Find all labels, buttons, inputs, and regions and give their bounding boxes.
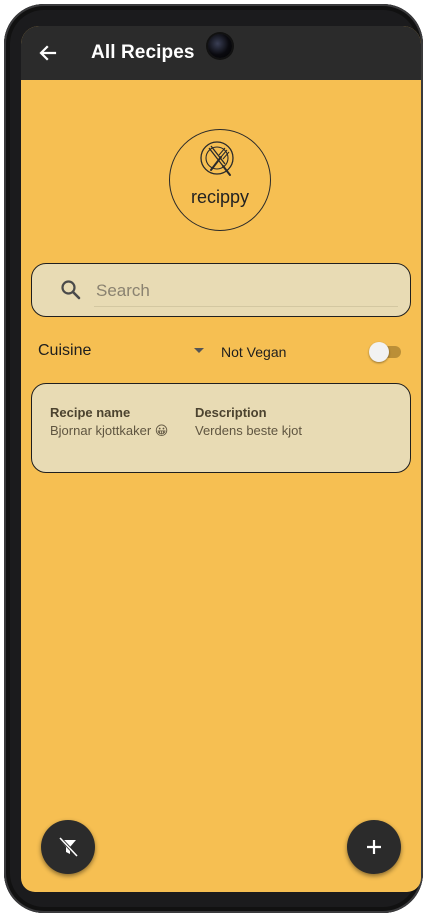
recipe-name-column: Recipe name Bjornar kjottkaker 😀 — [50, 405, 180, 439]
search-input[interactable] — [94, 276, 398, 307]
vegan-toggle[interactable] — [369, 342, 401, 362]
phone-frame: All Recipes recippy Cuisine — [4, 4, 423, 913]
toggle-thumb — [369, 342, 389, 362]
recipe-card[interactable]: Recipe name Bjornar kjottkaker 😀 Descrip… — [31, 383, 411, 473]
front-camera — [208, 34, 232, 58]
search-icon — [61, 280, 81, 300]
plus-icon — [367, 840, 381, 854]
logo-text: recippy — [190, 187, 250, 207]
recipe-name-header: Recipe name — [50, 405, 131, 420]
app-screen: All Recipes recippy Cuisine — [21, 26, 421, 892]
recipe-description: Verdens beste kjot — [195, 423, 302, 438]
recipe-description-column: Description Verdens beste kjot — [195, 405, 395, 439]
app-logo: recippy — [169, 129, 271, 231]
app-bar: All Recipes — [21, 26, 421, 80]
recipe-name: Bjornar kjottkaker 😀 — [50, 423, 169, 438]
arrow-left-icon — [39, 45, 57, 61]
clear-filter-button[interactable] — [41, 820, 95, 874]
add-recipe-button[interactable] — [347, 820, 401, 874]
filter-row: Cuisine Not Vegan — [21, 334, 421, 370]
filter-off-icon — [58, 836, 79, 858]
plate-fork-knife-icon — [200, 141, 234, 176]
chevron-down-icon[interactable] — [194, 348, 204, 353]
page-title: All Recipes — [91, 42, 195, 63]
cuisine-dropdown[interactable]: Cuisine — [38, 342, 91, 360]
vegan-label: Not Vegan — [221, 344, 287, 360]
search-bar[interactable] — [31, 263, 411, 317]
back-button[interactable] — [35, 40, 61, 66]
recipe-description-header: Description — [195, 405, 267, 420]
